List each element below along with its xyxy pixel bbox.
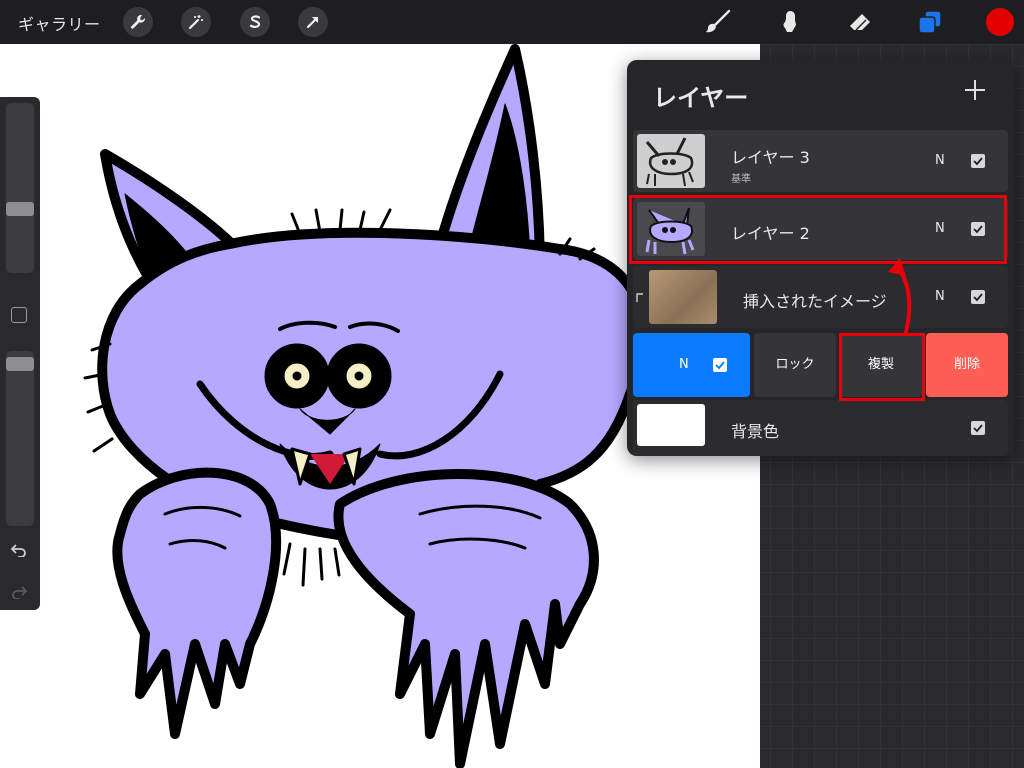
brush-size-slider[interactable] — [6, 103, 34, 273]
inserted-image-name: 挿入されたイメージ — [743, 292, 887, 311]
annotation-arrow-icon — [888, 258, 912, 334]
layer-row-3[interactable]: レイヤー 3 基準 N — [633, 130, 1008, 192]
inserted-image-blend-mode[interactable]: N — [935, 289, 945, 304]
opacity-slider[interactable] — [6, 351, 34, 526]
layer-3-blend-mode[interactable]: N — [935, 153, 945, 168]
gallery-button[interactable]: ギャラリー — [18, 11, 101, 35]
layers-panel-title: レイヤー — [653, 84, 749, 112]
modify-button[interactable] — [11, 307, 27, 323]
layer-3-visibility-checkbox[interactable] — [971, 154, 985, 168]
top-toolbar: ギャラリー — [0, 0, 1024, 44]
layer-3-thumbnail — [637, 134, 705, 188]
redo-icon[interactable] — [10, 585, 28, 599]
background-color-name: 背景色 — [731, 422, 780, 441]
lock-button[interactable]: ロック — [754, 333, 836, 397]
background-color-visibility-checkbox[interactable] — [971, 421, 985, 435]
layer-row-background-color[interactable]: 背景色 — [633, 400, 1008, 456]
blend-visibility-checkbox[interactable] — [713, 358, 727, 372]
delete-button[interactable]: 削除 — [926, 333, 1008, 397]
duplicate-highlight-box — [839, 333, 925, 401]
wrench-icon[interactable] — [123, 7, 153, 37]
blend-mode-button[interactable]: N — [633, 333, 750, 397]
canvas-area[interactable]: レイヤー レイヤー 3 基準 N レイヤー 2 N 挿入されたイメージ N N … — [0, 44, 1024, 768]
transform-arrow-icon[interactable] — [298, 7, 328, 37]
clipping-indicator-icon — [636, 293, 643, 302]
magic-wand-icon[interactable] — [181, 7, 211, 37]
layer-row-inserted-image[interactable]: 挿入されたイメージ N — [633, 266, 1008, 328]
left-sidebar — [0, 97, 40, 610]
blend-mode-label: N — [679, 357, 689, 372]
undo-icon[interactable] — [10, 543, 28, 557]
inserted-image-thumbnail — [649, 270, 717, 324]
layer-2-highlight-box — [629, 195, 1007, 264]
inserted-image-visibility-checkbox[interactable] — [971, 290, 985, 304]
brush-icon[interactable] — [704, 8, 732, 36]
selection-s-icon[interactable] — [240, 7, 270, 37]
opacity-thumb[interactable] — [6, 357, 34, 371]
eraser-icon[interactable] — [846, 8, 874, 36]
layer-3-clipping-label: 基準 — [731, 174, 751, 185]
layer-3-name: レイヤー 3 — [731, 148, 810, 167]
background-color-thumbnail — [637, 404, 705, 446]
color-picker-button[interactable] — [986, 8, 1014, 36]
brush-size-thumb[interactable] — [6, 202, 34, 217]
plus-icon[interactable] — [963, 78, 987, 102]
smudge-icon[interactable] — [776, 8, 804, 36]
layers-icon[interactable] — [916, 8, 944, 36]
